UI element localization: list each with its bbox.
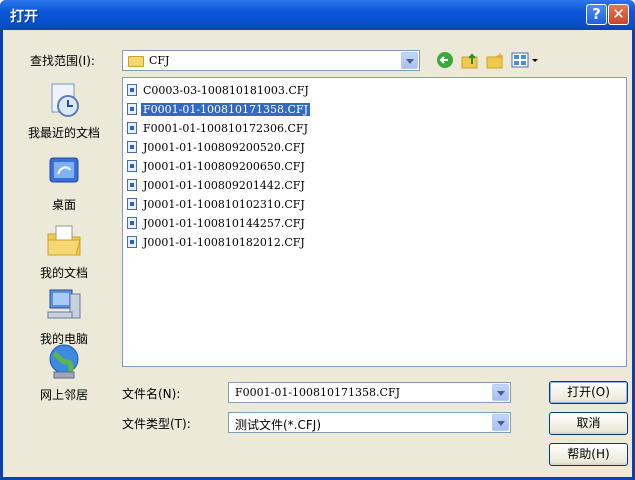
file-icon [127, 236, 137, 248]
file-type-label: 文件类型(T): [122, 417, 191, 431]
place-label: 我的文档 [39, 266, 88, 280]
back-icon[interactable] [435, 50, 455, 70]
look-in-value: CFJ [149, 54, 170, 67]
open-button[interactable]: 打开(O) [549, 381, 628, 404]
desktop-icon [44, 152, 84, 192]
file-type-select[interactable]: 测试文件(*.CFJ) [228, 412, 511, 433]
chevron-down-icon[interactable] [492, 384, 509, 401]
my-computer-icon [44, 286, 84, 326]
network-places-icon [44, 342, 84, 382]
file-item[interactable]: J0001-01-100810144257.CFJ [127, 216, 307, 232]
window-title: 打开 [10, 9, 38, 25]
place-my-documents[interactable]: 我的文档 [16, 220, 112, 284]
file-icon [127, 198, 137, 210]
file-item[interactable]: J0001-01-100810182012.CFJ [127, 235, 307, 251]
chevron-down-icon[interactable] [401, 52, 418, 69]
file-list[interactable]: C0003-03-100810181003.CFJ F0001-01-10081… [122, 77, 627, 367]
file-type-value: 测试文件(*.CFJ) [235, 418, 321, 432]
look-in-label: 查找范围(I): [30, 54, 95, 68]
place-label: 网上邻居 [39, 388, 88, 402]
help-title-button[interactable]: ? [586, 4, 607, 25]
close-button[interactable]: ✕ [608, 4, 629, 25]
place-label: 我最近的文档 [27, 126, 100, 140]
file-icon [127, 103, 137, 115]
file-icon [127, 141, 137, 153]
file-item[interactable]: J0001-01-100810102310.CFJ [127, 197, 307, 213]
places-bar: 我最近的文档 桌面 我的文档 我的电脑 网上邻居 [16, 76, 112, 464]
file-icon [127, 160, 137, 172]
file-name-label: 文件名(N): [122, 387, 181, 401]
place-network[interactable]: 网上邻居 [16, 342, 112, 406]
file-icon [127, 179, 137, 191]
my-documents-icon [44, 220, 84, 260]
file-item[interactable]: F0001-01-100810172306.CFJ [127, 121, 310, 137]
chevron-down-icon[interactable] [492, 414, 509, 431]
file-icon [127, 84, 137, 96]
recent-documents-icon [44, 80, 84, 120]
file-item-selected[interactable]: F0001-01-100810171358.CFJ [127, 102, 310, 118]
place-label: 桌面 [51, 198, 76, 212]
up-folder-icon[interactable] [460, 50, 480, 70]
place-recent-documents[interactable]: 我最近的文档 [16, 80, 112, 144]
file-item[interactable]: C0003-03-100810181003.CFJ [127, 83, 311, 99]
file-name-field[interactable]: F0001-01-100810171358.CFJ [228, 382, 511, 403]
file-name-value: F0001-01-100810171358.CFJ [235, 386, 400, 399]
title-bar[interactable]: 打开 ? ✕ [0, 0, 635, 30]
views-menu-icon[interactable] [510, 50, 540, 70]
place-desktop[interactable]: 桌面 [16, 152, 112, 216]
cancel-button[interactable]: 取消 [549, 412, 628, 435]
look-in-select[interactable]: CFJ [122, 50, 420, 71]
help-button[interactable]: 帮助(H) [549, 443, 628, 466]
place-my-computer[interactable]: 我的电脑 [16, 286, 112, 350]
file-item[interactable]: J0001-01-100809201442.CFJ [127, 178, 307, 194]
file-icon [127, 217, 137, 229]
new-folder-icon[interactable] [485, 50, 505, 70]
file-item[interactable]: J0001-01-100809200650.CFJ [127, 159, 307, 175]
file-icon [127, 122, 137, 134]
folder-icon [128, 56, 144, 67]
file-item[interactable]: J0001-01-100809200520.CFJ [127, 140, 307, 156]
